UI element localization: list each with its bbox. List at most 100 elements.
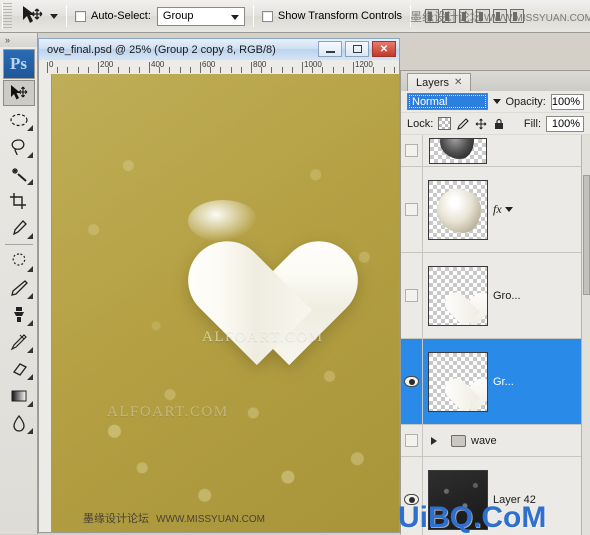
options-bar-watermark: 墨缘设计论坛 WWW.MISSYUAN.COM xyxy=(410,8,590,25)
lock-fill-row: Lock: Fill: 100% xyxy=(401,113,590,135)
folder-icon xyxy=(450,434,466,447)
ruler-minor-tick xyxy=(67,67,69,73)
layer-effects-cell[interactable]: fx xyxy=(493,202,527,217)
lock-position-icon[interactable] xyxy=(474,117,487,130)
scrollbar-thumb[interactable] xyxy=(583,175,590,295)
eye-icon[interactable] xyxy=(405,434,418,447)
table-row[interactable] xyxy=(401,135,590,167)
move-tool[interactable] xyxy=(2,80,35,106)
chevron-down-icon[interactable] xyxy=(504,207,513,212)
options-bar: Auto-Select: Group Show Transform Contro… xyxy=(0,0,590,33)
layer-thumbnail-cell xyxy=(423,265,493,326)
auto-select-dropdown[interactable]: Group xyxy=(156,6,245,26)
vertical-ruler[interactable] xyxy=(39,74,52,532)
options-divider-1 xyxy=(66,5,67,27)
history-brush-tool[interactable] xyxy=(3,329,35,355)
toolbox-header[interactable]: » xyxy=(0,33,37,47)
ruler-minor-tick xyxy=(281,67,283,73)
tab-layers[interactable]: Layers ✕ xyxy=(407,73,472,91)
table-row[interactable]: Gr... xyxy=(401,339,590,425)
crop-tool[interactable] xyxy=(3,188,35,214)
options-watermark-cn: 墨缘设计论坛 xyxy=(410,10,483,24)
lock-label: Lock: xyxy=(407,117,434,130)
blur-tool[interactable] xyxy=(3,410,35,436)
canvas[interactable]: ALFOART.COM ALFOART.COM xyxy=(52,74,399,532)
opacity-input[interactable]: 100% xyxy=(550,93,584,110)
eye-icon[interactable] xyxy=(405,203,418,216)
options-bar-grip[interactable] xyxy=(2,3,12,29)
close-button[interactable]: ✕ xyxy=(372,41,396,57)
thumbnail-art xyxy=(440,138,474,159)
lock-image-icon[interactable] xyxy=(456,117,469,130)
chevron-right-icon[interactable] xyxy=(431,436,437,445)
ruler-minor-tick xyxy=(322,67,324,73)
table-row[interactable]: wave xyxy=(401,425,590,457)
blend-mode-dropdown[interactable]: Normal xyxy=(407,93,488,110)
lasso-tool[interactable] xyxy=(3,134,35,160)
layer-visibility-cell[interactable] xyxy=(401,339,423,424)
clone-stamp-tool[interactable] xyxy=(3,302,35,328)
options-watermark-url: WWW.MISSYUAN.COM xyxy=(484,13,590,24)
fx-icon[interactable]: fx xyxy=(493,202,502,217)
tool-more-triangle-icon xyxy=(26,401,33,407)
eye-icon[interactable] xyxy=(404,376,419,387)
ruler-minor-tick xyxy=(383,67,385,73)
ruler-minor-tick xyxy=(363,67,365,73)
ruler-major-tick xyxy=(353,62,354,73)
ruler-minor-tick xyxy=(230,67,232,73)
canvas-watermark: ALFOART.COM xyxy=(202,329,324,345)
tool-preset-chevron-down-icon[interactable] xyxy=(50,13,58,19)
eyedropper-tool[interactable] xyxy=(3,215,35,241)
layers-scrollbar[interactable] xyxy=(581,135,590,535)
magic-wand-tool[interactable] xyxy=(3,161,35,187)
restore-button[interactable] xyxy=(345,41,369,57)
auto-select-checkbox[interactable] xyxy=(75,10,86,22)
canvas-watermark-lower: ALFOART.COM xyxy=(107,404,229,420)
tool-more-triangle-icon xyxy=(26,152,33,158)
ruler-label: 800 xyxy=(253,60,267,69)
ruler-minor-tick xyxy=(240,67,242,73)
panel-tab-bar: Layers ✕ xyxy=(401,71,590,91)
ruler-minor-tick xyxy=(128,67,130,73)
gradient-tool[interactable] xyxy=(3,383,35,409)
auto-select-label: Auto-Select: xyxy=(91,10,151,22)
horizontal-ruler[interactable]: 0200400600800100012001 xyxy=(38,60,400,74)
brush-tool[interactable] xyxy=(3,275,35,301)
group-folder-cell xyxy=(445,434,471,447)
toolbox: » Ps xyxy=(0,33,38,534)
layer-visibility-cell[interactable] xyxy=(401,167,423,252)
ruler-minor-tick xyxy=(261,67,263,73)
table-row[interactable]: fx xyxy=(401,167,590,253)
healing-brush-tool[interactable] xyxy=(3,248,35,274)
chevron-down-icon[interactable] xyxy=(492,99,501,104)
layer-visibility-cell[interactable] xyxy=(401,425,423,456)
minimize-button[interactable] xyxy=(318,41,342,57)
close-icon[interactable]: ✕ xyxy=(454,77,462,88)
ruler-minor-tick xyxy=(271,67,273,73)
chevron-down-icon xyxy=(230,14,239,20)
show-transform-controls-checkbox[interactable] xyxy=(261,10,273,22)
group-expand-cell[interactable] xyxy=(423,436,445,445)
table-row[interactable]: Gro... xyxy=(401,253,590,339)
ruler-minor-tick xyxy=(179,67,181,73)
canvas-area: ALFOART.COM ALFOART.COM 墨缘设计论坛 WWW.MISSY… xyxy=(38,74,400,533)
ruler-major-tick xyxy=(47,62,48,73)
fill-input[interactable]: 100% xyxy=(546,115,584,132)
ruler-major-tick xyxy=(200,62,201,73)
layers-panel: Layers ✕ Normal Opacity: 100% Lock: Fill… xyxy=(398,70,590,535)
thumbnail-art xyxy=(438,276,480,316)
layer-visibility-cell[interactable] xyxy=(401,253,423,338)
eye-icon[interactable] xyxy=(405,144,418,157)
lock-all-icon[interactable] xyxy=(492,117,505,130)
lock-transparency-icon[interactable] xyxy=(438,117,452,130)
eye-icon[interactable] xyxy=(405,289,418,302)
move-cursor-icon[interactable] xyxy=(20,4,46,28)
collapse-chevrons-icon[interactable]: » xyxy=(5,35,10,45)
document-titlebar[interactable]: ove_final.psd @ 25% (Group 2 copy 8, RGB… xyxy=(38,38,400,60)
layer-visibility-cell[interactable] xyxy=(401,135,423,166)
eraser-tool[interactable] xyxy=(3,356,35,382)
marquee-tool[interactable] xyxy=(3,107,35,133)
ruler-minor-tick xyxy=(108,67,110,73)
ruler-major-tick xyxy=(149,62,150,73)
photoshop-logo: Ps xyxy=(2,49,35,79)
